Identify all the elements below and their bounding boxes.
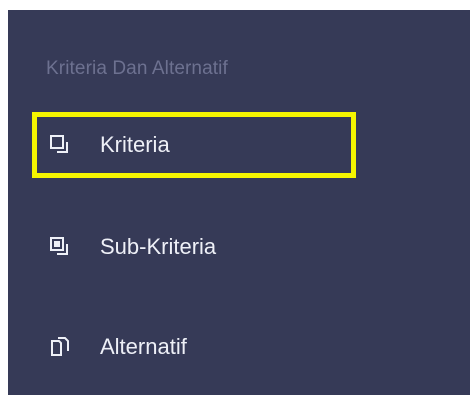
sidebar-item-label: Alternatif — [100, 334, 187, 359]
documents-icon — [46, 333, 74, 361]
sidebar-item-label: Kriteria — [100, 132, 170, 157]
sidebar-item-label: Sub-Kriteria — [100, 234, 217, 259]
copy-filled-icon — [46, 233, 74, 261]
sidebar-item-kriteria[interactable]: Kriteria — [36, 114, 336, 176]
section-heading: Kriteria Dan Alternatif — [46, 58, 228, 79]
sidebar: Kriteria Dan Alternatif Kriteria Sub-Kri… — [8, 10, 470, 395]
sidebar-item-alternatif[interactable]: Alternatif — [36, 316, 336, 378]
copy-icon — [46, 131, 74, 159]
sidebar-item-sub-kriteria[interactable]: Sub-Kriteria — [36, 216, 336, 278]
